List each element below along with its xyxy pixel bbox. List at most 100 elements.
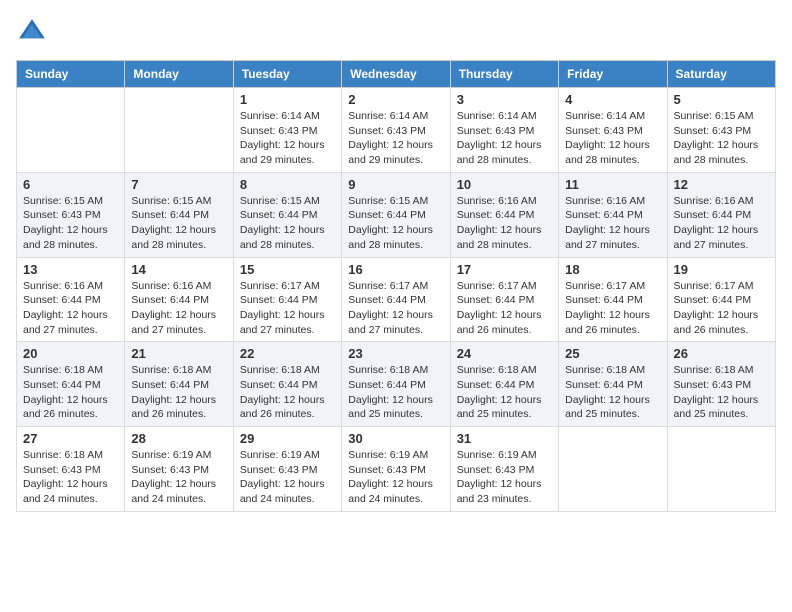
day-info: Sunrise: 6:18 AMSunset: 6:43 PMDaylight:… <box>23 448 118 507</box>
day-of-week-header: Monday <box>125 61 233 88</box>
calendar-cell: 19 Sunrise: 6:17 AMSunset: 6:44 PMDayligh… <box>667 257 775 342</box>
day-info: Sunrise: 6:19 AMSunset: 6:43 PMDaylight:… <box>348 448 443 507</box>
day-of-week-header: Friday <box>559 61 667 88</box>
day-info: Sunrise: 6:17 AMSunset: 6:44 PMDaylight:… <box>240 279 335 338</box>
day-of-week-header: Tuesday <box>233 61 341 88</box>
calendar-cell: 7 Sunrise: 6:15 AMSunset: 6:44 PMDaylight… <box>125 172 233 257</box>
day-number: 7 <box>131 177 226 192</box>
day-number: 17 <box>457 262 552 277</box>
calendar-cell: 28Sunrise: 6:19 AMSunset: 6:43 PMDayligh… <box>125 427 233 512</box>
calendar-cell: 14Sunrise: 6:16 AMSunset: 6:44 PMDayligh… <box>125 257 233 342</box>
day-number: 13 <box>23 262 118 277</box>
day-info: Sunrise: 6:19 AMSunset: 6:43 PMDaylight:… <box>131 448 226 507</box>
day-info: Sunrise: 6:15 AMSunset: 6:44 PMDaylight:… <box>131 194 226 253</box>
day-number: 2 <box>348 92 443 107</box>
day-info: Sunrise: 6:14 AMSunset: 6:43 PMDaylight:… <box>565 109 660 168</box>
day-info: Sunrise: 6:16 AMSunset: 6:44 PMDaylight:… <box>674 194 769 253</box>
calendar-cell: 3 Sunrise: 6:14 AMSunset: 6:43 PMDaylight… <box>450 88 558 173</box>
calendar-week-row: 20 Sunrise: 6:18 AMSunset: 6:44 PMDayligh… <box>17 342 776 427</box>
day-info: Sunrise: 6:17 AMSunset: 6:44 PMDaylight:… <box>565 279 660 338</box>
calendar-cell: 11 Sunrise: 6:16 AMSunset: 6:44 PMDayligh… <box>559 172 667 257</box>
day-info: Sunrise: 6:17 AMSunset: 6:44 PMDaylight:… <box>348 279 443 338</box>
calendar-cell: 4 Sunrise: 6:14 AMSunset: 6:43 PMDaylight… <box>559 88 667 173</box>
day-number: 8 <box>240 177 335 192</box>
day-number: 4 <box>565 92 660 107</box>
calendar-week-row: 1 Sunrise: 6:14 AMSunset: 6:43 PMDaylight… <box>17 88 776 173</box>
calendar-cell: 17 Sunrise: 6:17 AMSunset: 6:44 PMDayligh… <box>450 257 558 342</box>
day-number: 20 <box>23 346 118 361</box>
day-number: 3 <box>457 92 552 107</box>
calendar-cell: 5 Sunrise: 6:15 AMSunset: 6:43 PMDaylight… <box>667 88 775 173</box>
day-info: Sunrise: 6:15 AMSunset: 6:43 PMDaylight:… <box>674 109 769 168</box>
day-info: Sunrise: 6:14 AMSunset: 6:43 PMDaylight:… <box>240 109 335 168</box>
day-info: Sunrise: 6:18 AMSunset: 6:44 PMDaylight:… <box>240 363 335 422</box>
day-number: 5 <box>674 92 769 107</box>
day-number: 22 <box>240 346 335 361</box>
day-number: 24 <box>457 346 552 361</box>
day-number: 21 <box>131 346 226 361</box>
calendar-week-row: 6 Sunrise: 6:15 AMSunset: 6:43 PMDaylight… <box>17 172 776 257</box>
calendar-cell: 1 Sunrise: 6:14 AMSunset: 6:43 PMDaylight… <box>233 88 341 173</box>
day-info: Sunrise: 6:17 AMSunset: 6:44 PMDaylight:… <box>457 279 552 338</box>
calendar-header-row: SundayMondayTuesdayWednesdayThursdayFrid… <box>17 61 776 88</box>
calendar-cell: 6 Sunrise: 6:15 AMSunset: 6:43 PMDaylight… <box>17 172 125 257</box>
day-number: 10 <box>457 177 552 192</box>
calendar-cell: 25 Sunrise: 6:18 AMSunset: 6:44 PMDayligh… <box>559 342 667 427</box>
day-info: Sunrise: 6:19 AMSunset: 6:43 PMDaylight:… <box>457 448 552 507</box>
calendar-cell: 29 Sunrise: 6:19 AMSunset: 6:43 PMDayligh… <box>233 427 341 512</box>
day-info: Sunrise: 6:14 AMSunset: 6:43 PMDaylight:… <box>348 109 443 168</box>
day-number: 6 <box>23 177 118 192</box>
day-info: Sunrise: 6:15 AMSunset: 6:44 PMDaylight:… <box>240 194 335 253</box>
day-info: Sunrise: 6:16 AMSunset: 6:44 PMDaylight:… <box>565 194 660 253</box>
calendar-cell <box>667 427 775 512</box>
day-number: 18 <box>565 262 660 277</box>
day-number: 25 <box>565 346 660 361</box>
day-info: Sunrise: 6:18 AMSunset: 6:44 PMDaylight:… <box>131 363 226 422</box>
day-number: 1 <box>240 92 335 107</box>
calendar-cell: 2 Sunrise: 6:14 AMSunset: 6:43 PMDaylight… <box>342 88 450 173</box>
calendar-week-row: 13 Sunrise: 6:16 AMSunset: 6:44 PMDayligh… <box>17 257 776 342</box>
day-info: Sunrise: 6:17 AMSunset: 6:44 PMDaylight:… <box>674 279 769 338</box>
calendar-cell: 16Sunrise: 6:17 AMSunset: 6:44 PMDayligh… <box>342 257 450 342</box>
calendar-cell: 24 Sunrise: 6:18 AMSunset: 6:44 PMDayligh… <box>450 342 558 427</box>
day-number: 29 <box>240 431 335 446</box>
day-info: Sunrise: 6:14 AMSunset: 6:43 PMDaylight:… <box>457 109 552 168</box>
day-of-week-header: Saturday <box>667 61 775 88</box>
calendar-cell: 30 Sunrise: 6:19 AMSunset: 6:43 PMDayligh… <box>342 427 450 512</box>
day-number: 14 <box>131 262 226 277</box>
calendar-cell: 23 Sunrise: 6:18 AMSunset: 6:44 PMDayligh… <box>342 342 450 427</box>
day-number: 12 <box>674 177 769 192</box>
calendar-cell: 31 Sunrise: 6:19 AMSunset: 6:43 PMDayligh… <box>450 427 558 512</box>
calendar-cell: 18 Sunrise: 6:17 AMSunset: 6:44 PMDayligh… <box>559 257 667 342</box>
day-number: 9 <box>348 177 443 192</box>
day-number: 11 <box>565 177 660 192</box>
day-info: Sunrise: 6:16 AMSunset: 6:44 PMDaylight:… <box>23 279 118 338</box>
calendar-cell: 27 Sunrise: 6:18 AMSunset: 6:43 PMDayligh… <box>17 427 125 512</box>
day-info: Sunrise: 6:19 AMSunset: 6:43 PMDaylight:… <box>240 448 335 507</box>
day-number: 27 <box>23 431 118 446</box>
calendar-cell: 20 Sunrise: 6:18 AMSunset: 6:44 PMDayligh… <box>17 342 125 427</box>
calendar-cell: 21 Sunrise: 6:18 AMSunset: 6:44 PMDayligh… <box>125 342 233 427</box>
logo-icon <box>16 16 48 48</box>
day-number: 19 <box>674 262 769 277</box>
day-number: 31 <box>457 431 552 446</box>
calendar-cell: 22 Sunrise: 6:18 AMSunset: 6:44 PMDayligh… <box>233 342 341 427</box>
calendar-cell: 8 Sunrise: 6:15 AMSunset: 6:44 PMDaylight… <box>233 172 341 257</box>
calendar-table: SundayMondayTuesdayWednesdayThursdayFrid… <box>16 60 776 512</box>
logo <box>16 16 52 48</box>
day-info: Sunrise: 6:18 AMSunset: 6:44 PMDaylight:… <box>457 363 552 422</box>
day-of-week-header: Wednesday <box>342 61 450 88</box>
day-number: 26 <box>674 346 769 361</box>
calendar-week-row: 27 Sunrise: 6:18 AMSunset: 6:43 PMDayligh… <box>17 427 776 512</box>
day-info: Sunrise: 6:15 AMSunset: 6:43 PMDaylight:… <box>23 194 118 253</box>
day-info: Sunrise: 6:18 AMSunset: 6:44 PMDaylight:… <box>348 363 443 422</box>
day-info: Sunrise: 6:18 AMSunset: 6:44 PMDaylight:… <box>23 363 118 422</box>
calendar-cell <box>125 88 233 173</box>
day-number: 23 <box>348 346 443 361</box>
calendar-cell: 13 Sunrise: 6:16 AMSunset: 6:44 PMDayligh… <box>17 257 125 342</box>
page-header <box>16 16 776 48</box>
calendar-cell <box>17 88 125 173</box>
day-number: 30 <box>348 431 443 446</box>
day-info: Sunrise: 6:18 AMSunset: 6:44 PMDaylight:… <box>565 363 660 422</box>
day-of-week-header: Thursday <box>450 61 558 88</box>
